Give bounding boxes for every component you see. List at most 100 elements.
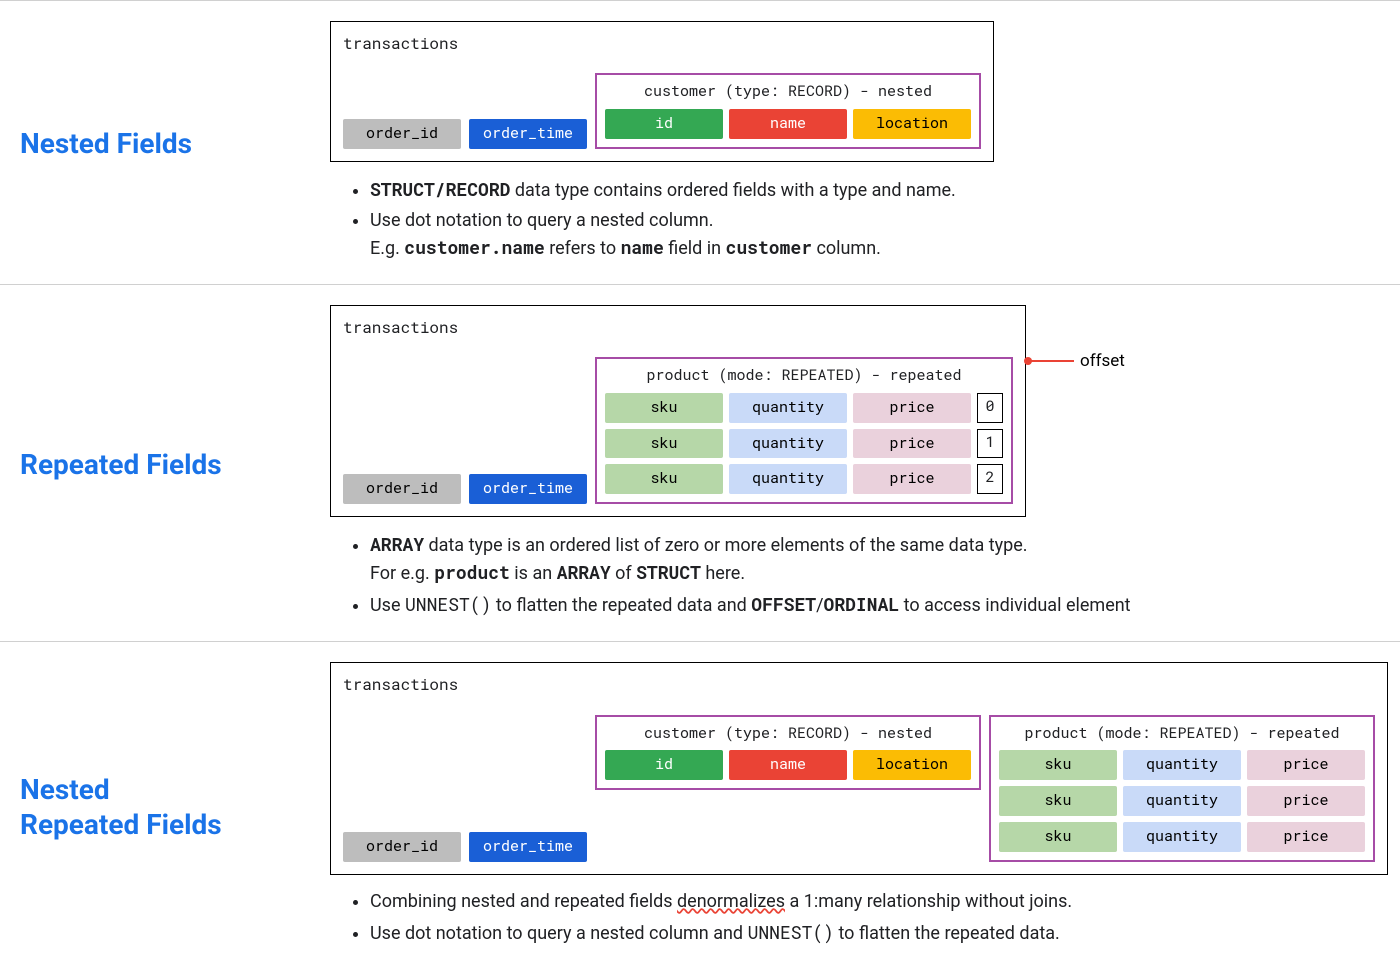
col-price: price xyxy=(1247,822,1365,852)
col-sku: sku xyxy=(999,822,1117,852)
diagram-row: order_id order_time customer (type: RECO… xyxy=(343,715,1375,862)
section-title-wrap: Nested Repeated Fields xyxy=(20,662,300,950)
repeated-label: product (mode: REPEATED) - repeated xyxy=(605,365,1003,387)
diagram-row: order_id order_time product (mode: REPEA… xyxy=(343,357,1013,504)
text: is an xyxy=(510,563,557,584)
col-id: id xyxy=(605,109,723,139)
col-id: id xyxy=(605,750,723,780)
bullet: Use dot notation to query a nested colum… xyxy=(370,919,1388,947)
section-title-wrap: Repeated Fields xyxy=(20,305,300,623)
col-name: name xyxy=(729,109,847,139)
section-title: Nested Fields xyxy=(20,126,192,161)
bullet-list: STRUCT/RECORD data type contains ordered… xyxy=(330,176,1380,262)
text: Use xyxy=(370,595,405,616)
highlight-denormalizes: denormalizes xyxy=(677,891,785,912)
col-order-time: order_time xyxy=(469,832,587,862)
text: data type is an ordered list of zero or … xyxy=(424,535,1028,556)
kw-ordinal: ORDINAL xyxy=(824,592,900,616)
repeated-group: product (mode: REPEATED) - repeated sku … xyxy=(595,357,1013,504)
text: refers to xyxy=(545,238,621,259)
section-title: Nested Repeated Fields xyxy=(20,772,222,842)
kw-unnest: UNNEST() xyxy=(748,920,834,944)
text: to flatten the repeated data. xyxy=(834,923,1060,944)
text: to flatten the repeated data and xyxy=(491,595,751,616)
col-quantity: quantity xyxy=(729,464,847,494)
col-quantity: quantity xyxy=(1123,822,1241,852)
col-order-id: order_id xyxy=(343,119,461,149)
col-quantity: quantity xyxy=(729,393,847,423)
section-repeated: Repeated Fields transactions order_id or… xyxy=(0,284,1400,641)
diagram-table-name: transactions xyxy=(343,673,1375,696)
kw-customer-name: customer.name xyxy=(404,235,544,259)
text: Use dot notation to query a nested colum… xyxy=(370,210,714,231)
text: E.g. xyxy=(370,238,404,259)
col-price: price xyxy=(1247,786,1365,816)
bullet: ARRAY data type is an ordered list of ze… xyxy=(370,531,1380,587)
repeated-label: product (mode: REPEATED) - repeated xyxy=(999,723,1365,745)
col-price: price xyxy=(853,429,971,459)
text: For e.g. xyxy=(370,563,434,584)
col-location: location xyxy=(853,750,971,780)
section-content: transactions order_id order_time custome… xyxy=(330,21,1380,266)
kw-product: product xyxy=(434,560,510,584)
kw-array: ARRAY xyxy=(370,532,424,556)
nested-group: customer (type: RECORD) - nested id name… xyxy=(595,73,981,149)
col-price: price xyxy=(1247,750,1365,780)
diagram-table-name: transactions xyxy=(343,32,981,55)
diagram-table-name: transactions xyxy=(343,316,1013,339)
text: data type contains ordered fields with a… xyxy=(510,180,955,201)
text: a 1:many relationship without joins. xyxy=(785,891,1072,912)
kw-customer: customer xyxy=(726,235,812,259)
col-order-id: order_id xyxy=(343,832,461,862)
col-sku: sku xyxy=(999,786,1117,816)
bullet-list: ARRAY data type is an ordered list of ze… xyxy=(330,531,1380,619)
col-name: name xyxy=(729,750,847,780)
offset-cell: 1 xyxy=(977,429,1003,459)
bullet: Use UNNEST() to flatten the repeated dat… xyxy=(370,591,1380,619)
diagram-box: transactions order_id order_time product… xyxy=(330,305,1026,517)
nested-cols: id name location xyxy=(605,750,971,780)
repeated-row: sku quantity price 0 xyxy=(605,393,1003,423)
nested-group: customer (type: RECORD) - nested id name… xyxy=(595,715,981,791)
kw-struct: STRUCT/RECORD xyxy=(370,177,510,201)
section-title: Repeated Fields xyxy=(20,447,222,482)
text: field in xyxy=(664,238,726,259)
kw-unnest: UNNEST() xyxy=(405,592,491,616)
offset-callout: offset xyxy=(1026,349,1125,374)
section-content: transactions order_id order_time custome… xyxy=(330,662,1388,950)
col-order-time: order_time xyxy=(469,474,587,504)
col-price: price xyxy=(853,393,971,423)
text: / xyxy=(816,595,823,616)
bullet: Use dot notation to query a nested colum… xyxy=(370,208,1380,262)
kw-offset: OFFSET xyxy=(751,592,816,616)
text: Combining nested and repeated fields xyxy=(370,891,677,912)
diagram-box: transactions order_id order_time custome… xyxy=(330,662,1388,874)
bullet: Combining nested and repeated fields den… xyxy=(370,889,1388,915)
offset-cell: 2 xyxy=(977,464,1003,494)
text: to access individual element xyxy=(899,595,1130,616)
text: here. xyxy=(701,563,745,584)
section-title-wrap: Nested Fields xyxy=(20,21,300,266)
col-sku: sku xyxy=(605,464,723,494)
callout-text: offset xyxy=(1080,349,1125,374)
text: column. xyxy=(812,238,881,259)
repeated-row: sku quantity price xyxy=(999,786,1365,816)
diagram-box: transactions order_id order_time custome… xyxy=(330,21,994,162)
col-sku: sku xyxy=(605,393,723,423)
col-sku: sku xyxy=(999,750,1117,780)
col-quantity: quantity xyxy=(1123,786,1241,816)
col-price: price xyxy=(853,464,971,494)
repeated-group: product (mode: REPEATED) - repeated sku … xyxy=(989,715,1375,862)
repeated-row: sku quantity price 1 xyxy=(605,429,1003,459)
repeated-row: sku quantity price xyxy=(999,750,1365,780)
col-location: location xyxy=(853,109,971,139)
col-sku: sku xyxy=(605,429,723,459)
repeated-row: sku quantity price 2 xyxy=(605,464,1003,494)
callout-line-icon xyxy=(1026,360,1074,362)
col-order-id: order_id xyxy=(343,474,461,504)
col-quantity: quantity xyxy=(1123,750,1241,780)
kw-struct: STRUCT xyxy=(636,560,701,584)
repeated-row: sku quantity price xyxy=(999,822,1365,852)
section-nested: Nested Fields transactions order_id orde… xyxy=(0,0,1400,284)
text: Use dot notation to query a nested colum… xyxy=(370,923,748,944)
